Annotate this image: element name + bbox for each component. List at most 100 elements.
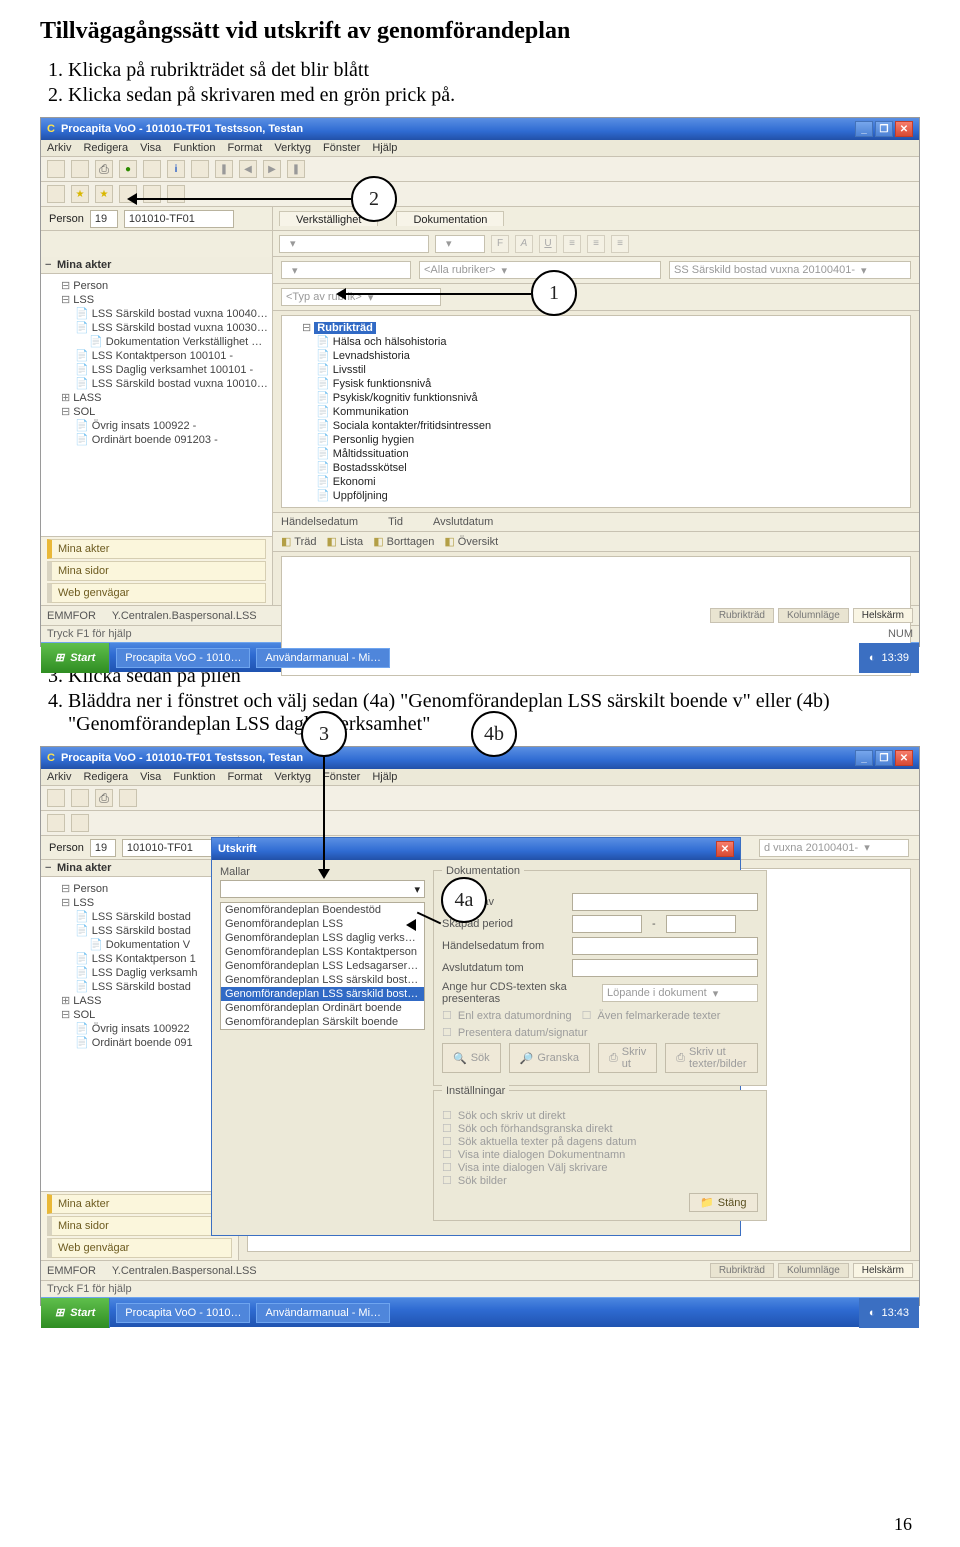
chk-presentera[interactable]: Presentera datum/signatur <box>442 1026 588 1039</box>
star-icon[interactable] <box>71 185 89 203</box>
chk-inst-3[interactable]: Visa inte dialogen Dokumentnamn <box>442 1148 758 1161</box>
typ-av-rubrik-dd[interactable]: <Typ av rubrik>▾ <box>281 288 441 306</box>
rubrik-tree[interactable]: Rubrikträd Hälsa och hälsohistoria Levna… <box>281 315 911 508</box>
print-green-button[interactable] <box>119 160 137 178</box>
align-icon[interactable]: ≡ <box>563 235 581 253</box>
btab-helskarm[interactable]: Helskärm <box>853 608 913 623</box>
dd-lopande[interactable]: Löpande i dokument▾ <box>602 984 758 1002</box>
chk-inst-0[interactable]: Sök och skriv ut direkt <box>442 1109 758 1122</box>
info-icon[interactable] <box>167 160 185 178</box>
bold-icon[interactable]: F <box>491 235 509 253</box>
align-icon[interactable]: ≡ <box>611 235 629 253</box>
chk-inst-4[interactable]: Visa inte dialogen Välj skrivare <box>442 1161 758 1174</box>
close-icon[interactable]: ✕ <box>895 750 913 766</box>
toolbar-btn[interactable] <box>191 160 209 178</box>
btab-kolumn[interactable]: Kolumnläge <box>778 608 849 623</box>
sidebar-web-genvagar[interactable]: Web genvägar <box>47 583 266 603</box>
btab-rubriktrad[interactable]: Rubrikträd <box>710 1263 774 1278</box>
system-tray[interactable]: ◐ 13:39 <box>859 643 919 673</box>
view-lista[interactable]: Lista <box>326 535 363 548</box>
menu-funktion[interactable]: Funktion <box>173 142 215 154</box>
start-button[interactable]: ⊞ Start <box>41 1298 110 1328</box>
input-avslut-tom[interactable] <box>572 959 758 977</box>
input-handelse-from[interactable] <box>572 937 758 955</box>
btn-skriv-ut[interactable]: ⎙ Skriv ut <box>598 1043 657 1073</box>
align-icon[interactable]: ≡ <box>587 235 605 253</box>
filter-dd[interactable]: ▾ <box>281 261 411 279</box>
bostad-dd[interactable]: SS Särskild bostad vuxna 20100401-▾ <box>669 261 911 279</box>
fontsize-dropdown[interactable]: ▾ <box>435 235 485 253</box>
menu-format[interactable]: Format <box>228 142 263 154</box>
btab-kolumn[interactable]: Kolumnläge <box>778 1263 849 1278</box>
bostad-dd[interactable]: d vuxna 20100401-▾ <box>759 839 909 857</box>
chk-inst-2[interactable]: Sök aktuella texter på dagens datum <box>442 1135 758 1148</box>
input-skapad-av[interactable] <box>572 893 758 911</box>
close-icon[interactable]: ✕ <box>895 121 913 137</box>
btn-skriv-ut-texter[interactable]: ⎙ Skriv ut texter/bilder <box>665 1043 757 1073</box>
toolbar-btn[interactable] <box>143 185 161 203</box>
left-tree[interactable]: Person LSS LSS Särskild bostad LSS Särsk… <box>41 877 238 1191</box>
input-period-from[interactable] <box>572 915 642 933</box>
task-procapita[interactable]: Procapita VoO - 1010… <box>116 648 250 668</box>
left-tree[interactable]: Person LSS LSS Särskild bostad vuxna 100… <box>41 274 272 536</box>
view-borttagen[interactable]: Borttagen <box>373 535 434 548</box>
toolbar-btn[interactable] <box>47 185 65 203</box>
sidebar-mina-akter[interactable]: Mina akter <box>47 1194 232 1214</box>
toolbar-btn[interactable] <box>143 160 161 178</box>
input-period-to[interactable] <box>666 915 736 933</box>
chk-enl-datum[interactable]: Enl extra datumordning <box>442 1009 572 1022</box>
toolbar-btn[interactable] <box>71 160 89 178</box>
menu-hjalp[interactable]: Hjälp <box>372 142 397 154</box>
mallar-dropdown[interactable]: ▾ <box>220 880 425 898</box>
nav-first-icon[interactable] <box>215 160 233 178</box>
dialog-close-icon[interactable]: ✕ <box>716 841 734 857</box>
menu-visa[interactable]: Visa <box>140 142 161 154</box>
sidebar-mina-sidor[interactable]: Mina sidor <box>47 561 266 581</box>
system-tray[interactable]: ◐ 13:43 <box>859 1298 919 1328</box>
btab-rubriktrad[interactable]: Rubrikträd <box>710 608 774 623</box>
view-trad[interactable]: Träd <box>281 535 316 548</box>
nav-prev-icon[interactable] <box>239 160 257 178</box>
tab-dokumentation[interactable]: Dokumentation <box>396 211 504 226</box>
nav-next-icon[interactable] <box>263 160 281 178</box>
chk-aven-fel[interactable]: Även felmarkerade texter <box>582 1009 721 1022</box>
maximize-icon[interactable]: ❐ <box>875 750 893 766</box>
person-num-input[interactable]: 19 <box>90 839 116 857</box>
btn-sok[interactable]: 🔍 Sök <box>442 1043 501 1073</box>
task-anvandarmanual[interactable]: Användarmanual - Mi… <box>256 648 390 668</box>
chk-inst-1[interactable]: Sök och förhandsgranska direkt <box>442 1122 758 1135</box>
sidebar-mina-akter[interactable]: Mina akter <box>47 539 266 559</box>
nav-last-icon[interactable] <box>287 160 305 178</box>
italic-icon[interactable]: A <box>515 235 533 253</box>
print-button[interactable] <box>95 160 113 178</box>
menu-redigera[interactable]: Redigera <box>83 142 128 154</box>
task-procapita[interactable]: Procapita VoO - 1010… <box>116 1303 250 1323</box>
underline-icon[interactable]: U <box>539 235 557 253</box>
person-id-input[interactable]: 101010-TF01 <box>122 839 220 857</box>
start-button[interactable]: ⊞ Start <box>41 643 110 673</box>
task-anvandarmanual[interactable]: Användarmanual - Mi… <box>256 1303 390 1323</box>
toolbar-btn[interactable] <box>167 185 185 203</box>
sidebar-web-genvagar[interactable]: Web genvägar <box>47 1238 232 1258</box>
view-oversikt[interactable]: Översikt <box>444 535 498 548</box>
btab-helskarm[interactable]: Helskärm <box>853 1263 913 1278</box>
left-header-mina-akter[interactable]: Mina akter <box>41 257 272 274</box>
chk-inst-5[interactable]: Sök bilder <box>442 1174 758 1187</box>
maximize-icon[interactable]: ❐ <box>875 121 893 137</box>
left-header-mina-akter[interactable]: Mina akter <box>41 860 238 877</box>
toolbar-btn[interactable] <box>47 160 65 178</box>
menu-arkiv[interactable]: Arkiv <box>47 142 71 154</box>
btn-granska[interactable]: 🔎 Granska <box>509 1043 590 1073</box>
font-dropdown[interactable]: ▾ <box>279 235 429 253</box>
minimize-icon[interactable]: _ <box>855 750 873 766</box>
sidebar-mina-sidor[interactable]: Mina sidor <box>47 1216 232 1236</box>
btn-stang[interactable]: Stäng <box>689 1193 757 1212</box>
minimize-icon[interactable]: _ <box>855 121 873 137</box>
menu-fonster[interactable]: Fönster <box>323 142 360 154</box>
person-num-input[interactable]: 19 <box>90 210 118 228</box>
star-icon[interactable] <box>95 185 113 203</box>
mallar-list[interactable]: Genomförandeplan Boendestöd Genomförande… <box>220 902 425 1030</box>
menu-verktyg[interactable]: Verktyg <box>274 142 311 154</box>
person-id-input[interactable]: 101010-TF01 <box>124 210 234 228</box>
menu-visa: Visa <box>140 771 161 783</box>
